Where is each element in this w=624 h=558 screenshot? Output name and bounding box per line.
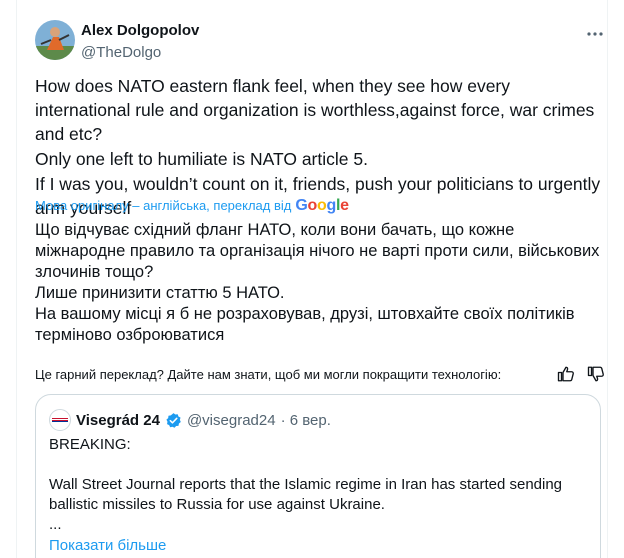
author-handle[interactable]: @TheDolgo: [81, 43, 199, 63]
author-name[interactable]: Alex Dolgopolov: [81, 22, 199, 40]
more-horizontal-icon: [587, 32, 603, 36]
translation-label: Мова оригіналу – англійська, переклад ві…: [35, 198, 292, 213]
quoted-tweet-body: BREAKING: Wall Street Journal reports th…: [49, 435, 589, 535]
quoted-spacer: [49, 455, 589, 475]
right-border: [607, 0, 608, 558]
left-border: [16, 0, 17, 558]
quoted-tweet[interactable]: Visegrád 24 @visegrad24 · 6 вер. BREAKIN…: [35, 394, 601, 558]
feedback-text: Це гарний переклад? Дайте нам знати, щоб…: [35, 366, 502, 382]
tweet-header: Alex Dolgopolov @TheDolgo: [35, 18, 605, 62]
translated-body: Що відчуває східний фланг НАТО, коли вон…: [35, 220, 605, 346]
tweet-line: How does NATO eastern flank feel, when t…: [35, 76, 595, 144]
feedback-icons: [557, 365, 605, 383]
translation-feedback: Це гарний переклад? Дайте нам знати, щоб…: [35, 364, 605, 384]
quoted-line: Wall Street Journal reports that the Isl…: [49, 476, 563, 513]
google-logo: Google: [295, 197, 349, 214]
translated-line: Що відчуває східний фланг НАТО, коли вон…: [35, 221, 600, 281]
quoted-avatar[interactable]: [49, 409, 71, 431]
tweet-line: Only one left to humiliate is NATO artic…: [35, 149, 368, 169]
more-options-button[interactable]: [585, 24, 605, 44]
thumbs-down-icon[interactable]: [587, 365, 605, 383]
avatar[interactable]: [35, 20, 75, 60]
verified-badge-icon: [166, 412, 181, 428]
quoted-timestamp[interactable]: · 6 вер.: [281, 412, 331, 429]
quoted-line: ...: [49, 516, 62, 533]
translated-line: Лише принизити статтю 5 НАТО.: [35, 284, 285, 302]
quoted-line: BREAKING:: [49, 436, 131, 453]
translation-attribution[interactable]: Мова оригіналу – англійська, переклад ві…: [35, 197, 349, 215]
thumbs-up-icon[interactable]: [557, 365, 575, 383]
quoted-tweet-header: Visegrád 24 @visegrad24 · 6 вер.: [49, 409, 331, 431]
show-more-link[interactable]: Показати більше: [49, 537, 166, 554]
author-info: Alex Dolgopolov @TheDolgo: [81, 22, 199, 63]
translated-line: На вашому місці я б не розраховував, дру…: [35, 305, 575, 344]
quoted-author-handle[interactable]: @visegrad24: [187, 412, 276, 429]
quoted-author-name[interactable]: Visegrád 24: [76, 412, 160, 429]
